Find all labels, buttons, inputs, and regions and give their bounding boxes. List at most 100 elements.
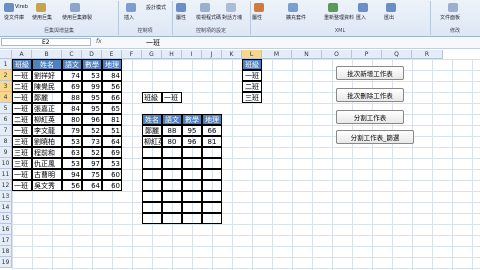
table-cell[interactable]: 75 (82, 169, 102, 180)
result-cell[interactable] (162, 213, 182, 224)
column-header[interactable]: O (322, 50, 352, 59)
table-cell[interactable]: 53 (62, 158, 82, 169)
row-header[interactable]: 2 (0, 70, 12, 81)
result-cell[interactable] (202, 180, 222, 191)
result-cell[interactable]: 66 (202, 125, 222, 136)
table-cell[interactable]: 84 (62, 103, 82, 114)
table-cell[interactable]: 陳覺民 (32, 81, 62, 92)
column-header[interactable]: J (202, 50, 222, 59)
name-box[interactable]: E2 (1, 38, 91, 46)
ribbon-item[interactable]: Vireb (15, 4, 28, 10)
row-header[interactable]: 19 (0, 257, 12, 268)
insert-control-icon[interactable] (126, 3, 136, 12)
row-header[interactable]: 16 (0, 224, 12, 235)
row-header[interactable]: 5 (0, 103, 12, 114)
column-header[interactable]: M (262, 50, 292, 59)
result-cell[interactable] (182, 158, 202, 169)
class-list-item[interactable]: 三班 (242, 92, 262, 103)
row-header[interactable]: 10 (0, 158, 12, 169)
table-cell[interactable]: 81 (102, 114, 122, 125)
result-cell[interactable]: 96 (182, 136, 202, 147)
ribbon-item[interactable]: 匯出 (384, 14, 394, 21)
table-cell[interactable]: 53 (102, 158, 122, 169)
table-cell[interactable]: 53 (62, 136, 82, 147)
row-header[interactable]: 3 (0, 81, 12, 92)
table-cell[interactable]: 60 (102, 169, 122, 180)
table-cell[interactable]: 88 (62, 92, 82, 103)
column-header[interactable]: P (352, 50, 382, 59)
column-header[interactable]: I (182, 50, 202, 59)
table-cell[interactable]: 仇正風 (32, 158, 62, 169)
table-header-cell[interactable]: 語文 (62, 59, 82, 70)
row-header[interactable]: 13 (0, 191, 12, 202)
table-cell[interactable]: 60 (102, 180, 122, 191)
xml-source-icon[interactable] (254, 3, 264, 12)
table-cell[interactable]: 52 (82, 125, 102, 136)
row-header[interactable]: 14 (0, 202, 12, 213)
table-cell[interactable]: 84 (102, 70, 122, 81)
table-header-cell[interactable]: 班級 (12, 59, 32, 70)
result-cell[interactable] (142, 202, 162, 213)
row-header[interactable]: 17 (0, 235, 12, 246)
table-cell[interactable]: 一班 (12, 92, 32, 103)
view-code-icon[interactable] (200, 3, 210, 12)
ribbon-item[interactable]: 屬性 (176, 14, 186, 21)
result-cell[interactable] (182, 191, 202, 202)
table-cell[interactable]: 52 (82, 147, 102, 158)
result-cell[interactable] (182, 213, 202, 224)
table-cell[interactable]: 94 (62, 169, 82, 180)
split-sheets-button[interactable]: 分割工作表 (336, 110, 404, 124)
table-cell[interactable]: 一班 (12, 70, 32, 81)
table-cell[interactable]: 56 (102, 81, 122, 92)
result-cell[interactable] (182, 202, 202, 213)
row-header[interactable]: 7 (0, 125, 12, 136)
function-icon[interactable]: fx (96, 38, 102, 45)
record-macro-icon[interactable] (70, 3, 80, 12)
refresh-data-icon[interactable] (328, 3, 338, 12)
ribbon-item[interactable]: 設計模式 (146, 4, 166, 11)
table-cell[interactable]: 三班 (12, 158, 32, 169)
table-cell[interactable]: 99 (82, 81, 102, 92)
result-header-cell[interactable]: 地理 (202, 114, 222, 125)
result-cell[interactable]: 柳紅英 (142, 136, 162, 147)
column-header[interactable]: Q (382, 50, 412, 59)
table-cell[interactable]: 64 (102, 136, 122, 147)
formula-input[interactable]: 一班 (146, 38, 160, 48)
table-cell[interactable]: 63 (62, 147, 82, 158)
row-header[interactable]: 1 (0, 59, 12, 70)
table-header-cell[interactable]: 地理 (102, 59, 122, 70)
ribbon-item[interactable]: 擴充套件 (286, 14, 306, 21)
result-cell[interactable]: 95 (182, 125, 202, 136)
result-cell[interactable] (202, 202, 222, 213)
table-cell[interactable]: 三班 (12, 147, 32, 158)
split-sheets-filter-button[interactable]: 分割工作表_篩選 (336, 130, 414, 144)
result-cell[interactable] (202, 191, 222, 202)
result-cell[interactable] (162, 158, 182, 169)
ribbon-item[interactable]: 檢視程式碼 (196, 14, 221, 21)
table-cell[interactable]: 64 (82, 180, 102, 191)
dialog-icon[interactable] (226, 3, 236, 12)
result-cell[interactable] (202, 147, 222, 158)
table-header-cell[interactable]: 數學 (82, 59, 102, 70)
row-header[interactable]: 12 (0, 180, 12, 191)
properties-icon[interactable] (176, 3, 186, 12)
result-header-cell[interactable]: 數學 (182, 114, 202, 125)
table-header-cell[interactable]: 姓名 (32, 59, 62, 70)
table-cell[interactable]: 74 (62, 70, 82, 81)
visual-basic-icon[interactable] (4, 3, 14, 12)
ribbon-item[interactable]: 匯入 (356, 14, 366, 21)
delete-sheets-button[interactable]: 批次刪除工作表 (336, 88, 404, 102)
add-sheets-button[interactable]: 批次新增工作表 (336, 66, 404, 80)
ribbon-item[interactable]: 重新整理資料 (324, 14, 354, 21)
ribbon-item[interactable]: 使用巨集 (32, 14, 52, 21)
table-cell[interactable]: 65 (102, 103, 122, 114)
table-cell[interactable]: 柳紅英 (32, 114, 62, 125)
table-cell[interactable]: 97 (82, 158, 102, 169)
result-cell[interactable] (142, 213, 162, 224)
class-list-item[interactable]: 一班 (242, 70, 262, 81)
result-cell[interactable] (162, 147, 182, 158)
table-cell[interactable]: 一班 (12, 169, 32, 180)
result-cell[interactable] (162, 180, 182, 191)
document-panel-icon[interactable] (448, 3, 458, 12)
table-cell[interactable]: 程前和 (32, 147, 62, 158)
